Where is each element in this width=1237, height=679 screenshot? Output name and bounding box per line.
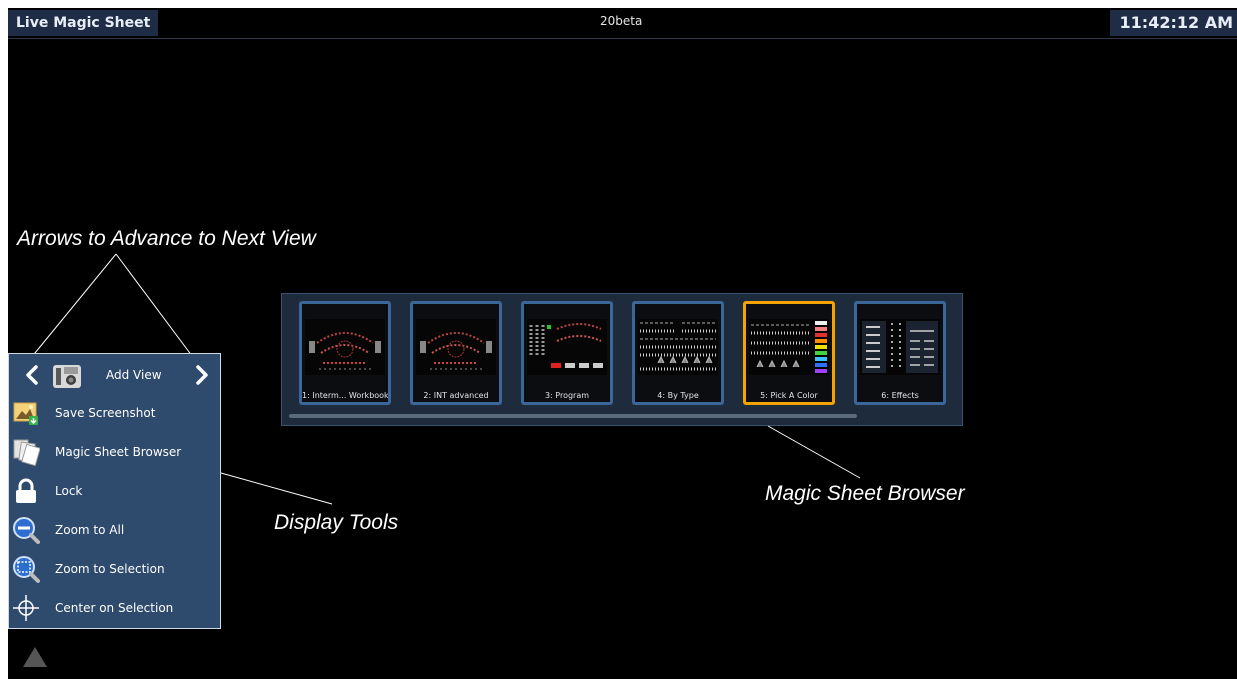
sheet-thumbnail-2[interactable]: 2: INT advanced	[410, 301, 502, 405]
title-bar: Live Magic Sheet 20beta 11:42:12 AM	[8, 8, 1237, 39]
zoom-selection-icon	[13, 556, 40, 583]
lock-icon	[16, 478, 36, 503]
zoom-to-all-button[interactable]: Zoom to All	[9, 514, 220, 546]
effects-thumbnail	[860, 319, 940, 375]
color-picker-thumbnail	[749, 319, 829, 375]
sheet-thumbnail-3[interactable]: 3: Program	[521, 301, 613, 405]
clock: 11:42:12 AM	[1109, 10, 1237, 36]
chevron-left-icon[interactable]	[23, 364, 41, 386]
zoom-to-selection-button[interactable]: Zoom to Selection	[9, 553, 220, 585]
camera-icon[interactable]	[52, 363, 82, 389]
sheet-thumbnail-6[interactable]: 6: Effects	[854, 301, 946, 405]
save-screenshot-button[interactable]: Save Screenshot	[9, 397, 220, 429]
thumbnail-label: 2: INT advanced	[423, 391, 489, 400]
annotation-arrows: Arrows to Advance to Next View	[17, 227, 316, 250]
sheet-thumbnail-5[interactable]: 5: Pick A Color	[743, 301, 835, 405]
tool-label: Zoom to All	[55, 523, 125, 537]
thumbnail-label: 5: Pick A Color	[760, 391, 818, 400]
thumbnail-label: 4: By Type	[657, 391, 699, 400]
screenshot-icon	[13, 402, 38, 425]
thumbnail-label: 3: Program	[544, 391, 590, 400]
app-title: Live Magic Sheet	[8, 10, 159, 36]
magic-sheet-browser-button[interactable]: Magic Sheet Browser	[9, 436, 220, 468]
sheet-thumbnail-4[interactable]: 4: By Type	[632, 301, 724, 405]
center-on-selection-button[interactable]: Center on Selection	[9, 592, 220, 624]
display-tools-menu: Add View Save Screenshot Magic Sheet Bro…	[8, 353, 221, 629]
browser-scrollbar[interactable]	[289, 414, 857, 418]
tool-label: Zoom to Selection	[55, 562, 165, 576]
add-view-button[interactable]: Add View	[106, 368, 162, 382]
program-thumbnail	[527, 319, 607, 375]
crosshair-icon	[13, 595, 39, 621]
annotation-magic-sheet-browser: Magic Sheet Browser	[765, 482, 965, 505]
tool-label: Save Screenshot	[55, 406, 156, 420]
tool-label: Center on Selection	[55, 601, 174, 615]
stage-plot-thumbnail	[305, 319, 385, 375]
magic-sheet-screen: Live Magic Sheet 20beta 11:42:12 AM Arro…	[8, 8, 1237, 679]
annotation-display-tools: Display Tools	[274, 511, 399, 534]
magic-sheet-browser: 1: Interm... Workbook 2: INT advanced 3:…	[281, 293, 963, 426]
zoom-out-icon	[13, 517, 40, 544]
tool-label: Magic Sheet Browser	[55, 445, 182, 459]
sheet-thumbnail-1[interactable]: 1: Interm... Workbook	[299, 301, 391, 405]
thumbnail-label: 6: Effects	[881, 391, 919, 400]
collapse-triangle-icon[interactable]	[22, 645, 48, 669]
chevron-right-icon[interactable]	[193, 364, 211, 386]
thumbnail-label: 1: Interm... Workbook	[302, 391, 388, 400]
pages-icon	[13, 439, 40, 466]
type-grid-thumbnail	[638, 319, 718, 375]
stage-plot-thumbnail	[416, 319, 496, 375]
tool-label: Lock	[55, 484, 83, 498]
view-navigation-row: Add View	[9, 360, 220, 392]
version-label: 20beta	[600, 14, 643, 28]
lock-button[interactable]: Lock	[9, 475, 220, 507]
